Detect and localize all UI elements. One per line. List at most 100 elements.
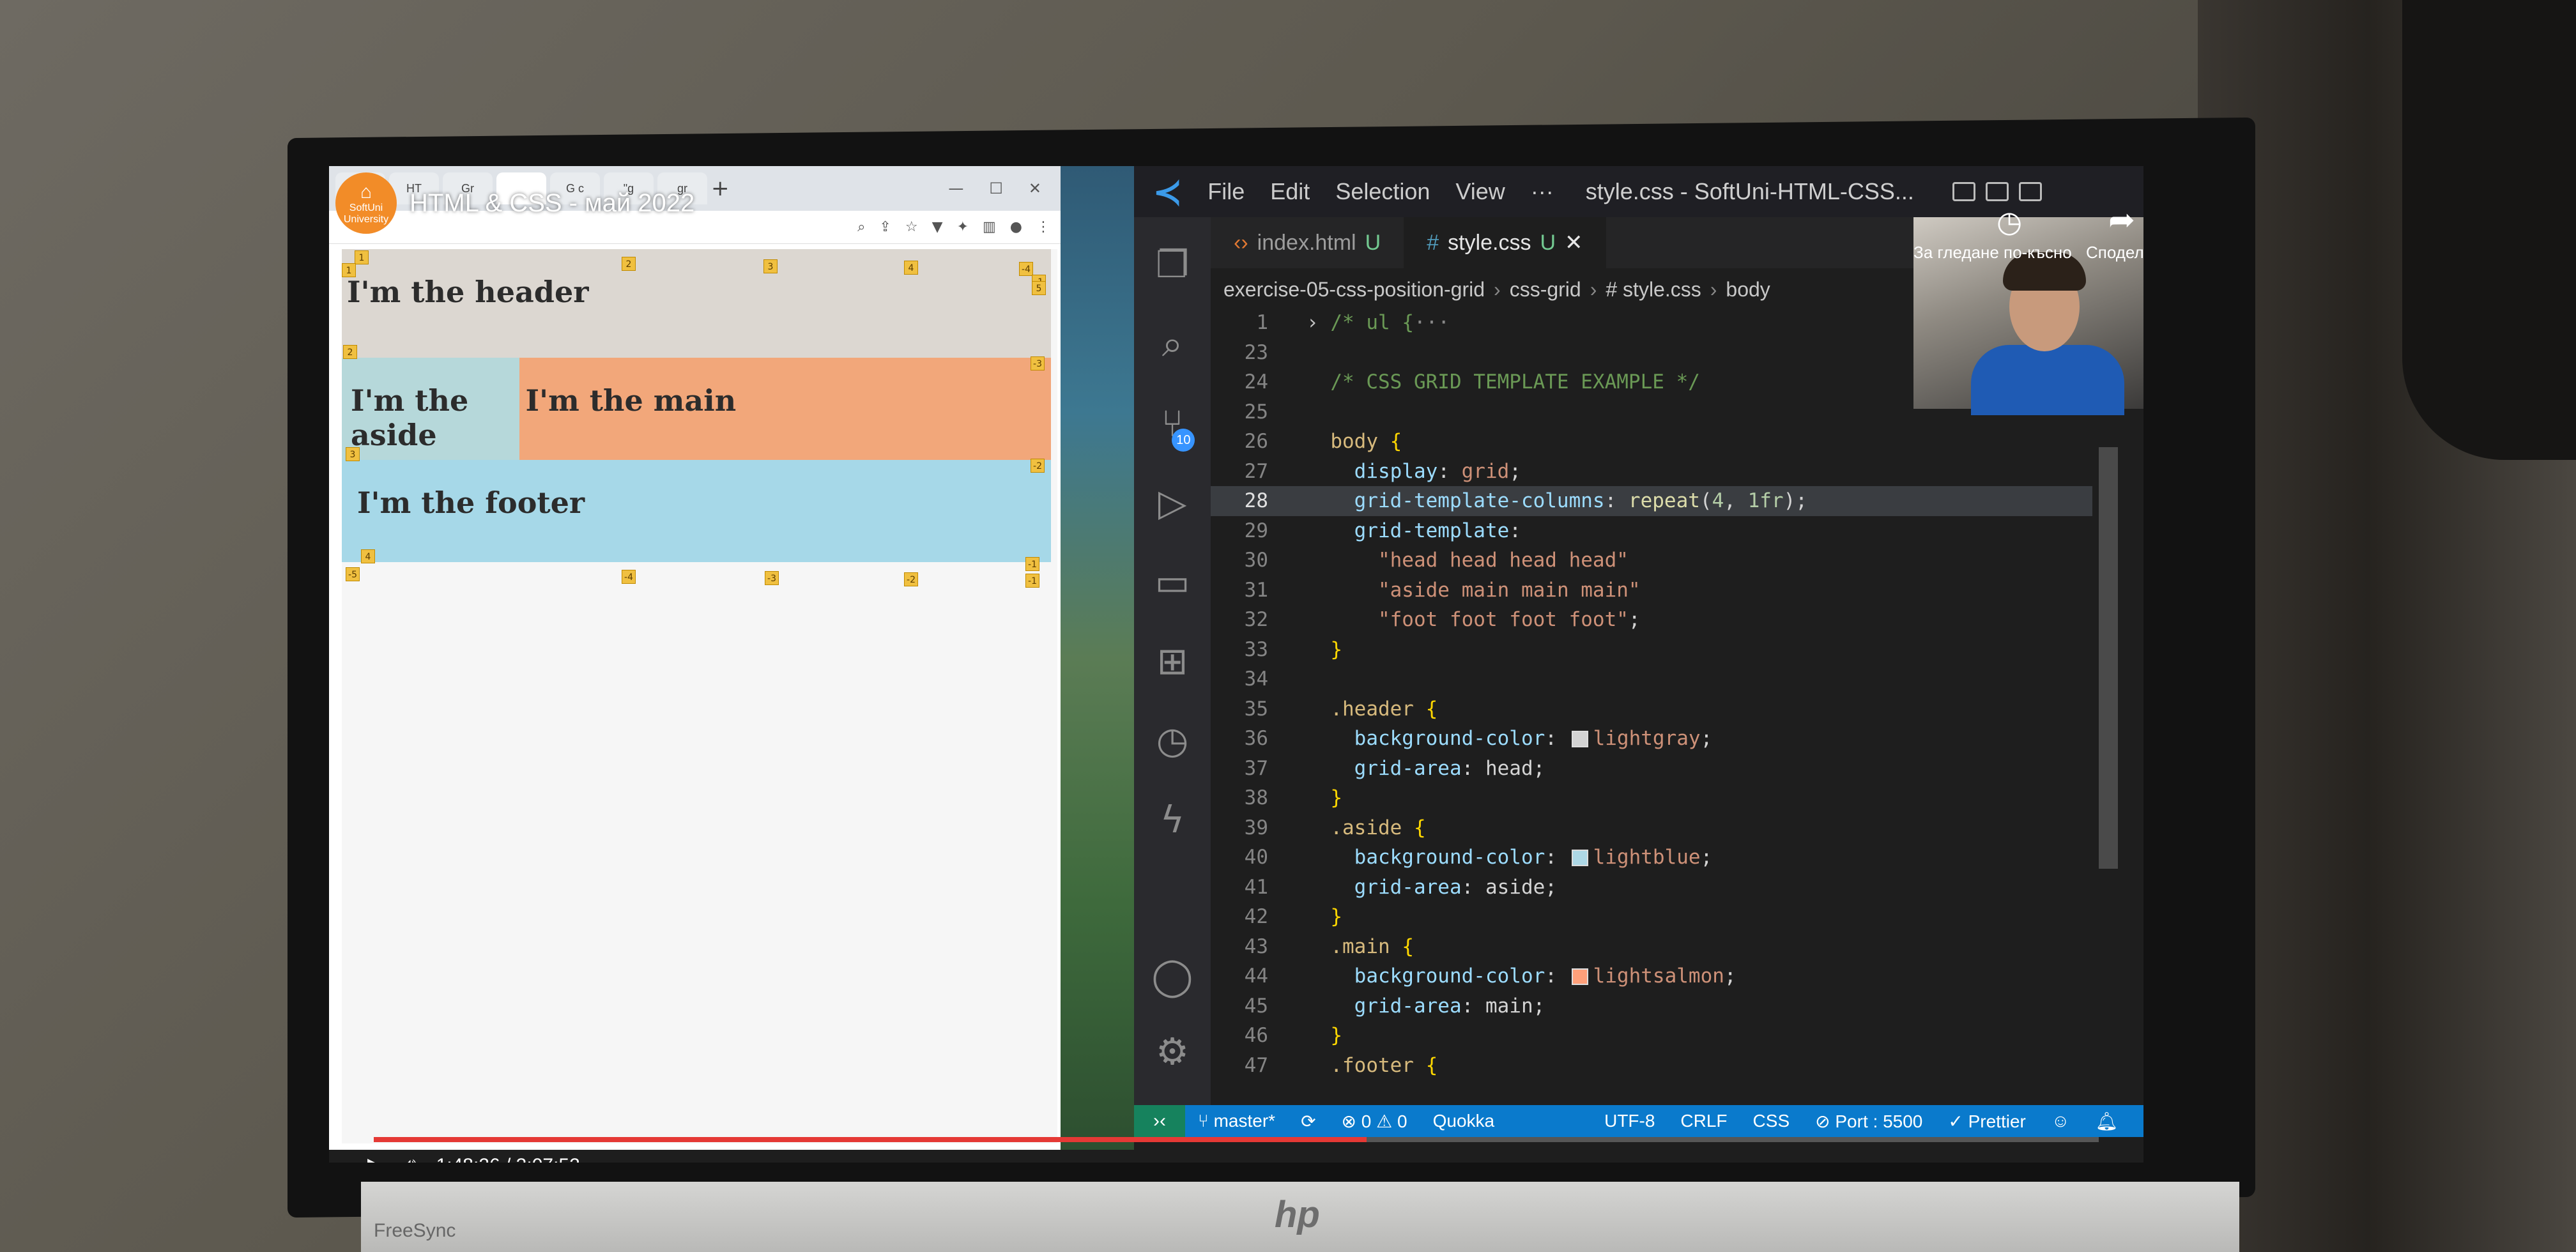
grid-line-badge: -2 [1031,459,1045,473]
source-control-badge: 10 [1172,429,1195,452]
video-controls: ▶ 🔊︎ 1:48:26 / 3:07:52 [367,1150,1070,1163]
video-progress-bar[interactable] [374,1137,2099,1142]
close-icon[interactable]: ✕ [1029,179,1041,197]
code-line: 41 grid-area: aside; [1244,875,1557,899]
code-line: 35 .header { [1244,697,1438,721]
tab-style-css[interactable]: # style.css U ✕ [1404,217,1606,268]
browser-menu-icon[interactable]: ⋮ [1036,219,1050,235]
tab-label: index.html [1257,230,1356,255]
encoding-status[interactable]: UTF-8 [1604,1111,1655,1132]
tab-index-html[interactable]: ‹› index.html U [1211,217,1404,268]
remote-indicator-icon[interactable]: ›‹ [1134,1105,1185,1137]
extensions-icon[interactable]: ⊞ [1157,639,1188,683]
grid-line-badge: -3 [1031,356,1045,370]
editor-scrollbar[interactable] [2099,447,2118,869]
close-tab-icon[interactable]: ✕ [1565,230,1583,256]
eol-status[interactable]: CRLF [1680,1111,1727,1132]
git-graph-icon[interactable]: ◷ [1156,719,1189,762]
grid-line-badge: -4 [1019,262,1033,276]
activity-bar: ❐ ⌕ ⑂ 10 ▷ ▭ ⊞ ◷ ϟ ◯ ⚙ [1134,217,1211,1111]
page-content: I'm the header I'm the aside I'm the mai… [342,249,1057,1143]
live-server-status[interactable]: ⊘ Port : 5500 [1815,1111,1922,1132]
share-icon[interactable]: ⇪ [879,219,891,235]
untracked-indicator: U [1540,230,1556,255]
window-controls: — ☐ ✕ [948,179,1061,197]
source-control-icon[interactable]: ⑂ 10 [1162,402,1195,452]
menu-selection[interactable]: Selection [1335,178,1430,205]
sidebar-icon[interactable]: ▥ [983,219,996,235]
bookmark-star-icon[interactable]: ☆ [905,219,918,235]
accounts-icon[interactable]: ◯ [1152,954,1193,998]
remote-explorer-icon[interactable]: ▭ [1155,560,1190,604]
video-title[interactable]: HTML & CSS - май 2022 [410,189,694,218]
minimize-icon[interactable]: — [948,179,963,197]
video-progress-fill [374,1137,1367,1142]
run-debug-icon[interactable]: ▷ [1158,481,1187,524]
code-line: 46 } [1244,1024,1342,1047]
code-line: 34 [1244,668,1268,691]
extension-icon[interactable]: ▼ [932,219,943,235]
play-icon[interactable]: ▶ [367,1153,384,1163]
color-swatch[interactable] [1571,731,1588,747]
chevron-right-icon: › [1590,277,1597,301]
grid-line-badge: -2 [904,572,918,586]
breadcrumb-folder[interactable]: exercise-05-css-position-grid [1223,278,1485,302]
grid-line-badge: -4 [622,570,636,584]
notifications-bell-icon[interactable]: 🔔︎ [2095,1111,2118,1132]
maximize-icon[interactable]: ☐ [989,179,1003,197]
code-editor[interactable]: 1 › /* ul {··· 23 24 /* CSS GRID TEMPLATE… [1211,308,2092,1094]
sync-icon[interactable]: ⟳ [1301,1111,1315,1132]
watch-later-button[interactable]: За гледане по-късно [1913,243,2072,263]
youtube-actions: ◷ ➦ За гледане по-късно Споделяне [1913,192,2143,268]
profile-icon[interactable]: ● [1010,219,1022,235]
video-time: 1:48:26 / 3:07:52 [436,1155,580,1163]
menu-file[interactable]: File [1208,178,1245,205]
search-icon[interactable]: ⌕ [1162,322,1183,366]
breadcrumb-file[interactable]: # style.css [1606,278,1701,302]
hp-logo: hp [1275,1194,1320,1235]
desktop-wallpaper [1061,166,1134,1150]
menu-edit[interactable]: Edit [1270,178,1310,205]
grid-line-badge: 4 [904,261,918,275]
language-mode-status[interactable]: CSS [1753,1111,1790,1132]
explorer-icon[interactable]: ❐ [1156,243,1189,286]
breadcrumb: exercise-05-css-position-grid › css-grid… [1223,273,1770,305]
code-line: 31 "aside main main main" [1244,578,1641,602]
prettier-status[interactable]: ✓ Prettier [1948,1111,2026,1132]
video-title-overlay: ⌂ SoftUni University HTML & CSS - май 20… [335,172,694,234]
new-tab-icon[interactable]: + [711,176,730,201]
color-swatch[interactable] [1571,968,1588,985]
share-arrow-icon[interactable]: ➦ [2108,201,2135,238]
graduation-cap-icon: ⌂ [360,181,372,202]
clock-icon[interactable]: ◷ [1997,204,2022,239]
git-branch[interactable]: ⑂ master* [1198,1111,1275,1131]
volume-icon[interactable]: 🔊︎ [403,1154,417,1163]
color-swatch[interactable] [1571,850,1588,866]
html-file-icon: ‹› [1234,230,1248,255]
menu-view[interactable]: View [1455,178,1505,205]
code-line: 44 background-color: lightsalmon; [1244,965,1736,988]
code-line: 32 "foot foot foot foot"; [1244,608,1641,631]
zoom-icon[interactable]: ⌕ [857,219,865,235]
settings-gear-icon[interactable]: ⚙ [1156,1030,1189,1073]
grid-line-badge: -5 [346,567,360,581]
code-line: 47 .footer { [1244,1053,1438,1077]
softuni-logo[interactable]: ⌂ SoftUni University [335,172,397,234]
chevron-right-icon: › [1494,277,1501,301]
grid-line-badge: 1 [355,250,369,264]
feedback-icon[interactable]: ☺ [2051,1111,2070,1132]
extensions-puzzle-icon[interactable]: ✦ [957,219,969,235]
grid-footer: I'm the footer [342,460,1051,562]
grid-line-badge: 3 [346,447,360,461]
breadcrumb-symbol[interactable]: body [1726,278,1770,302]
menu-more[interactable]: ··· [1531,178,1554,205]
quokka-status[interactable]: Quokka [1433,1111,1495,1131]
code-line: 42 } [1244,905,1342,928]
problems-indicator[interactable]: ⊗ 0 ⚠ 0 [1342,1111,1407,1132]
lightning-icon[interactable]: ϟ [1160,798,1184,841]
share-button[interactable]: Споделяне [2086,243,2143,263]
grid-line-badge: 3 [763,259,778,273]
breadcrumb-folder[interactable]: css-grid [1510,278,1581,302]
grid-main: I'm the main [519,358,1051,460]
browser-window: Ку НТ Gr G c "g gr + — ☐ ✕ ⌕ ⇪ ☆ ▼ ✦ ▥ ●… [329,166,1061,1150]
